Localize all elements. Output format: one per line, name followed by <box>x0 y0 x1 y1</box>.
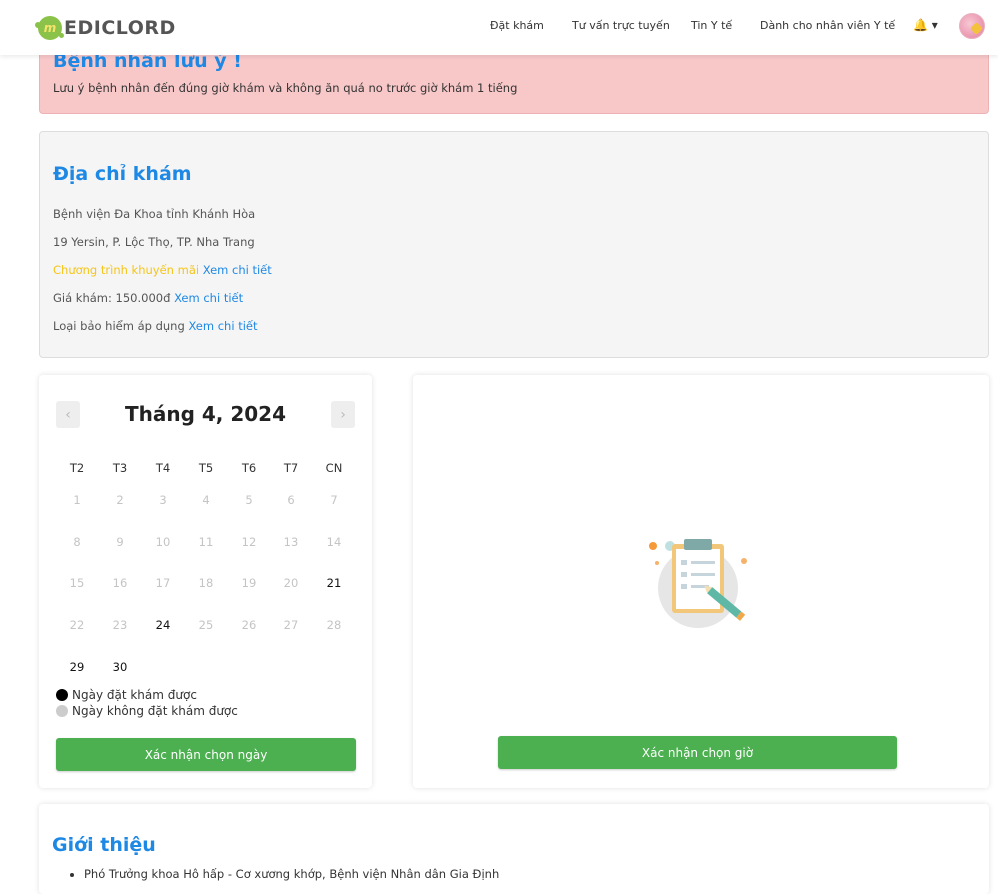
address-title: Địa chỉ khám <box>53 163 192 185</box>
nav-nhan-vien-y-te[interactable]: Dành cho nhân viên Y tế <box>760 19 895 32</box>
weekday-header: T2 <box>69 461 85 475</box>
calendar-day: 6 <box>287 493 295 507</box>
alert-text: Lưu ý bệnh nhân đến đúng giờ khám và khô… <box>53 81 518 95</box>
intro-list: Phó Trưởng khoa Hô hấp - Cơ xương khớp, … <box>84 867 499 881</box>
available-dot-icon <box>56 689 68 701</box>
avatar[interactable] <box>959 13 985 39</box>
calendar-day: 8 <box>73 535 81 549</box>
calendar-day: 20 <box>283 576 299 590</box>
hospital-name: Bệnh viện Đa Khoa tỉnh Khánh Hòa <box>53 207 256 221</box>
weekday-header: T6 <box>241 461 257 475</box>
intro-item: Phó Trưởng khoa Hô hấp - Cơ xương khớp, … <box>84 867 499 881</box>
logo-text: EDICLORD <box>64 17 176 39</box>
nav-tu-van[interactable]: Tư vấn trực tuyến <box>572 19 670 32</box>
calendar-day: 13 <box>283 535 299 549</box>
hospital-street: 19 Yersin, P. Lộc Thọ, TP. Nha Trang <box>53 235 255 249</box>
calendar-card: ‹ Tháng 4, 2024 › T2 T3 T4 T5 T6 T7 CN 1 2 3 4 5 6 7 8… <box>39 375 372 788</box>
calendar-day: 14 <box>326 535 342 549</box>
weekday-header: CN <box>325 461 343 475</box>
calendar-day: 16 <box>112 576 128 590</box>
calendar-day: 15 <box>69 576 85 590</box>
top-navbar: m EDICLORD Đặt khám Tư vấn trực tuyến Ti… <box>0 0 998 55</box>
calendar-day: 25 <box>198 618 214 632</box>
weekday-header: T3 <box>112 461 128 475</box>
calendar-day: 5 <box>245 493 253 507</box>
calendar-day: 23 <box>112 618 128 632</box>
weekday-header: T7 <box>283 461 299 475</box>
calendar-day[interactable]: 21 <box>314 576 354 590</box>
promo-detail-link[interactable]: Xem chi tiết <box>203 263 272 277</box>
price-line: Giá khám: 150.000đ Xem chi tiết <box>53 291 243 305</box>
insurance-detail-link[interactable]: Xem chi tiết <box>188 319 257 333</box>
confirm-time-button[interactable]: Xác nhận chọn giờ <box>498 736 897 769</box>
unavailable-dot-icon <box>56 705 68 717</box>
calendar-day: 1 <box>73 493 81 507</box>
calendar-day: 22 <box>69 618 85 632</box>
calendar-day: 11 <box>198 535 214 549</box>
calendar-day: 28 <box>326 618 342 632</box>
legend-unavailable: Ngày không đặt khám được <box>56 704 238 718</box>
calendar-day: 12 <box>241 535 257 549</box>
price-detail-link[interactable]: Xem chi tiết <box>174 291 243 305</box>
intro-title: Giới thiệu <box>52 834 156 856</box>
calendar-day: 18 <box>198 576 214 590</box>
insurance-line: Loại bảo hiểm áp dụng Xem chi tiết <box>53 319 257 333</box>
logo[interactable]: m EDICLORD <box>35 16 176 40</box>
promo-label: Chương trình khuyến mãi <box>53 263 200 277</box>
calendar-day: 7 <box>330 493 338 507</box>
calendar-title: Tháng 4, 2024 <box>124 402 287 426</box>
calendar-day[interactable]: 30 <box>100 660 140 674</box>
nav-tin-y-te[interactable]: Tin Y tế <box>691 19 732 32</box>
calendar-day: 4 <box>202 493 210 507</box>
logo-icon: m <box>35 16 64 40</box>
insurance-label: Loại bảo hiểm áp dụng <box>53 319 185 333</box>
calendar-day[interactable]: 29 <box>57 660 97 674</box>
calendar-day: 17 <box>155 576 171 590</box>
calendar-day: 19 <box>241 576 257 590</box>
time-card: Xác nhận chọn giờ <box>413 375 989 788</box>
calendar-day: 2 <box>116 493 124 507</box>
address-card: Địa chỉ khám Bệnh viện Đa Khoa tỉnh Khán… <box>39 131 989 358</box>
weekday-header: T4 <box>155 461 171 475</box>
calendar-day: 9 <box>116 535 124 549</box>
price-label: Giá khám: 150.000đ <box>53 291 171 305</box>
calendar-day[interactable]: 24 <box>143 618 183 632</box>
calendar-day: 3 <box>159 493 167 507</box>
nav-dat-kham[interactable]: Đặt khám <box>490 19 544 32</box>
weekday-header: T5 <box>198 461 214 475</box>
confirm-day-button[interactable]: Xác nhận chọn ngày <box>56 738 356 771</box>
next-month-button[interactable]: › <box>331 401 355 428</box>
legend-available: Ngày đặt khám được <box>56 688 197 702</box>
intro-card: Giới thiệu Phó Trưởng khoa Hô hấp - Cơ x… <box>39 804 989 894</box>
calendar-day: 26 <box>241 618 257 632</box>
clipboard-illustration-icon <box>649 539 747 628</box>
bell-icon[interactable]: 🔔 ▾ <box>913 18 938 32</box>
promo-line: Chương trình khuyến mãi Xem chi tiết <box>53 263 272 277</box>
calendar-day: 27 <box>283 618 299 632</box>
calendar-day: 10 <box>155 535 171 549</box>
